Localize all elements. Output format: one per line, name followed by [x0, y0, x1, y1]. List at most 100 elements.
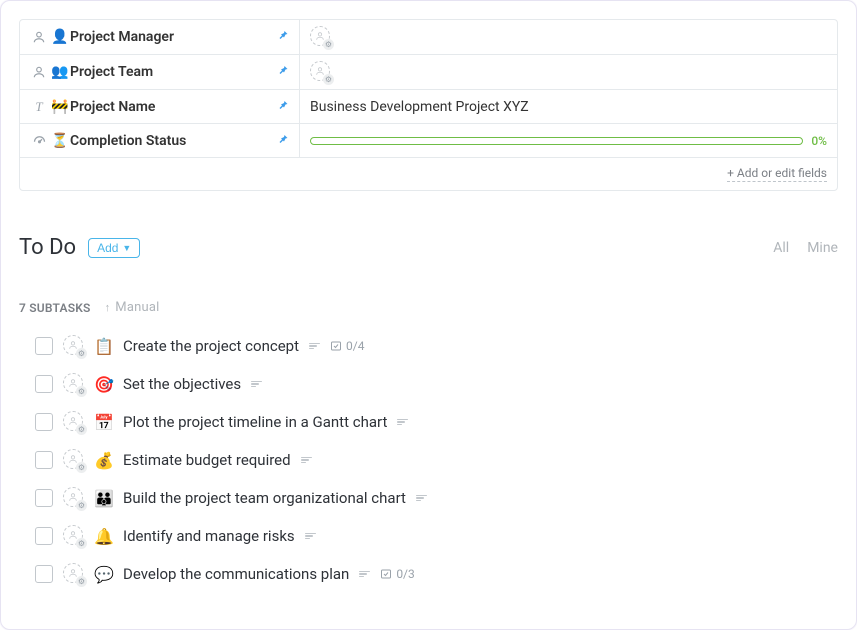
- field-label-cell: 👥 Project Team: [20, 55, 300, 89]
- task-title: Build the project team organizational ch…: [123, 489, 406, 507]
- project-panel: 👤 Project Manager ⚙ 👥 Project Team: [0, 0, 857, 630]
- assignee-placeholder-icon[interactable]: ⚙: [63, 373, 85, 395]
- task-title: Develop the communications plan: [123, 565, 349, 583]
- description-icon: [251, 381, 262, 388]
- field-label: Project Team: [70, 64, 153, 80]
- field-value-cell[interactable]: ⚙: [300, 20, 837, 54]
- field-label-cell: T 🚧 Project Name: [20, 90, 300, 123]
- assignee-placeholder-icon[interactable]: ⚙: [310, 26, 332, 48]
- progress-bar: 0%: [310, 134, 827, 148]
- task-checkbox[interactable]: [35, 375, 53, 393]
- progress-value: 0%: [811, 134, 827, 148]
- task-checkbox[interactable]: [35, 337, 53, 355]
- field-row-project-manager[interactable]: 👤 Project Manager ⚙: [20, 20, 837, 54]
- field-row-project-team[interactable]: 👥 Project Team ⚙: [20, 54, 837, 89]
- gear-icon: ⚙: [323, 39, 334, 50]
- sort-chip[interactable]: ↑ Manual: [105, 300, 160, 315]
- filter-tab-all[interactable]: All: [773, 240, 789, 256]
- field-row-project-name[interactable]: T 🚧 Project Name Business Development Pr…: [20, 89, 837, 123]
- task-item[interactable]: ⚙ 🎯 Set the objectives: [35, 373, 838, 395]
- section-header: To Do Add ▼ All Mine: [19, 235, 838, 260]
- subtask-count: 7 SUBTASKS: [19, 301, 91, 315]
- task-emoji: 👪: [95, 489, 113, 508]
- task-emoji: 🔔: [95, 527, 113, 546]
- description-icon: [397, 419, 408, 426]
- field-row-completion-status[interactable]: ⏳ Completion Status 0%: [20, 123, 837, 157]
- gear-icon: ⚙: [76, 386, 87, 397]
- pin-icon[interactable]: [277, 64, 289, 80]
- assignee-placeholder-icon[interactable]: ⚙: [63, 449, 85, 471]
- person-icon: [30, 65, 48, 79]
- add-button[interactable]: Add ▼: [88, 238, 140, 258]
- task-emoji: 🎯: [95, 375, 113, 394]
- task-item[interactable]: ⚙💬Develop the communications plan0/3: [35, 563, 838, 585]
- description-icon: [301, 457, 312, 464]
- gear-icon: ⚙: [76, 538, 87, 549]
- assignee-placeholder-icon[interactable]: ⚙: [63, 563, 85, 585]
- task-item[interactable]: ⚙ 📅 Plot the project timeline in a Gantt c…: [35, 411, 838, 433]
- task-checkbox[interactable]: [35, 413, 53, 431]
- gear-icon: ⚙: [76, 424, 87, 435]
- assignee-placeholder-icon[interactable]: ⚙: [63, 411, 85, 433]
- fields-footer: + Add or edit fields: [20, 157, 837, 190]
- filter-tabs: All Mine: [773, 240, 838, 256]
- pin-icon[interactable]: [277, 133, 289, 149]
- add-button-label: Add: [97, 241, 118, 255]
- field-value-cell[interactable]: ⚙: [300, 55, 837, 89]
- task-checkbox[interactable]: [35, 489, 53, 507]
- task-item[interactable]: ⚙ 🔔 Identify and manage risks: [35, 525, 838, 547]
- sort-arrow-icon: ↑: [105, 301, 111, 314]
- description-icon: [309, 343, 320, 350]
- gear-icon: ⚙: [323, 74, 334, 85]
- assignee-placeholder-icon[interactable]: ⚙: [63, 335, 85, 357]
- gear-icon: ⚙: [76, 500, 87, 511]
- subtasks-bar: 7 SUBTASKS ↑ Manual: [19, 300, 838, 315]
- description-icon: [359, 571, 370, 578]
- gear-icon: ⚙: [76, 348, 87, 359]
- task-title: Estimate budget required: [123, 451, 291, 469]
- task-list: ⚙ 📋 Create the project concept 0/4 ⚙ 🎯 Set the…: [19, 335, 838, 585]
- pin-icon[interactable]: [277, 29, 289, 45]
- assignee-placeholder-icon[interactable]: ⚙: [63, 525, 85, 547]
- field-label: Project Name: [70, 99, 155, 115]
- assignee-placeholder-icon[interactable]: ⚙: [310, 61, 332, 83]
- construction-emoji: 🚧: [50, 99, 70, 115]
- section-title: To Do: [19, 235, 76, 260]
- text-icon: T: [30, 99, 48, 115]
- task-checkbox[interactable]: [35, 565, 53, 583]
- person-icon: [30, 30, 48, 44]
- task-emoji: 📋: [95, 337, 113, 356]
- task-item[interactable]: ⚙ 📋 Create the project concept 0/4: [35, 335, 838, 357]
- pin-icon[interactable]: [277, 99, 289, 115]
- field-label: Completion Status: [70, 133, 186, 149]
- person-emoji: 👤: [50, 29, 70, 45]
- task-title: Create the project concept: [123, 337, 299, 355]
- field-label-cell: 👤 Project Manager: [20, 20, 300, 54]
- custom-fields-table: 👤 Project Manager ⚙ 👥 Project Team: [19, 19, 838, 191]
- task-checkbox[interactable]: [35, 451, 53, 469]
- field-label: Project Manager: [70, 29, 174, 45]
- hourglass-emoji: ⏳: [50, 133, 70, 149]
- field-value-cell[interactable]: Business Development Project XYZ: [300, 90, 837, 123]
- add-edit-fields-link[interactable]: + Add or edit fields: [727, 166, 827, 182]
- task-emoji: 📅: [95, 413, 113, 432]
- task-item[interactable]: ⚙ 💰 Estimate budget required: [35, 449, 838, 471]
- task-title: Identify and manage risks: [123, 527, 295, 545]
- task-checkbox[interactable]: [35, 527, 53, 545]
- task-item[interactable]: ⚙ 👪 Build the project team organizational …: [35, 487, 838, 509]
- todo-section: To Do Add ▼ All Mine 7 SUBTASKS ↑ Manual…: [19, 235, 838, 585]
- task-title: Plot the project timeline in a Gantt cha…: [123, 413, 387, 431]
- assignee-placeholder-icon[interactable]: ⚙: [63, 487, 85, 509]
- field-value-cell[interactable]: 0%: [300, 124, 837, 157]
- gear-icon: ⚙: [76, 462, 87, 473]
- subtask-counter: 0/4: [330, 339, 364, 353]
- progress-track: [310, 137, 803, 145]
- team-emoji: 👥: [50, 64, 70, 80]
- description-icon: [416, 495, 427, 502]
- task-title: Set the objectives: [123, 375, 241, 393]
- task-emoji: 💰: [95, 451, 113, 470]
- filter-tab-mine[interactable]: Mine: [807, 240, 838, 256]
- task-emoji: 💬: [95, 565, 113, 584]
- description-icon: [305, 533, 316, 540]
- chevron-down-icon: ▼: [122, 243, 131, 253]
